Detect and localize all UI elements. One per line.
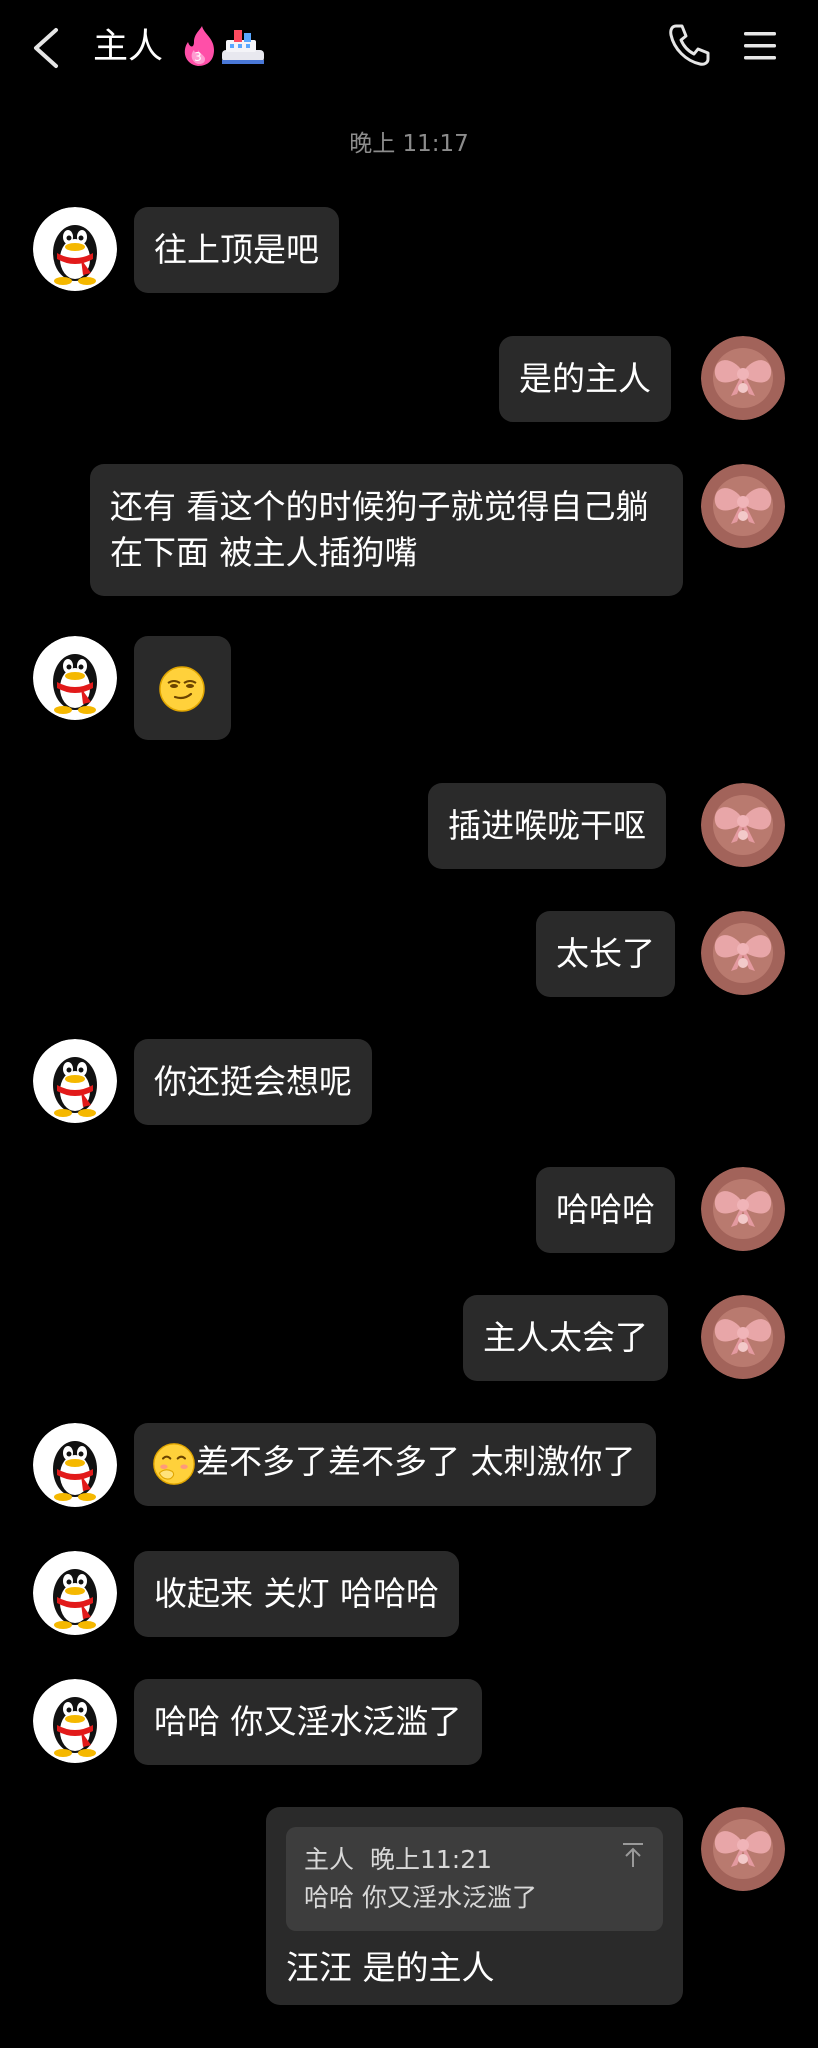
message-bubble-outgoing[interactable]: 还有 看这个的时候狗子就觉得自己躺在下面 被主人插狗嘴 xyxy=(90,464,683,596)
my-avatar[interactable] xyxy=(701,1167,785,1251)
chat-title[interactable]: 主人 xyxy=(93,22,163,72)
my-avatar[interactable] xyxy=(701,1295,785,1379)
contact-avatar[interactable] xyxy=(33,1551,117,1635)
badge-number: 3 xyxy=(194,50,202,64)
flame-badge-icon[interactable]: 3 xyxy=(178,24,268,68)
chat-header: 主人 3 xyxy=(0,0,818,96)
my-avatar[interactable] xyxy=(701,464,785,548)
my-avatar[interactable] xyxy=(701,783,785,867)
quote-text: 哈哈 你又淫水泛滥了 xyxy=(304,1883,537,1912)
message-bubble-incoming[interactable]: 差不多了差不多了 太刺激你了 xyxy=(134,1423,656,1506)
hamburger-menu-icon[interactable] xyxy=(742,28,778,64)
message-bubble-incoming[interactable] xyxy=(134,636,231,740)
smirk-emoji xyxy=(158,665,206,713)
message-bubble-outgoing[interactable]: 插进喉咙干呕 xyxy=(428,783,666,869)
message-bubble-incoming[interactable]: 往上顶是吧 xyxy=(134,207,339,293)
message-bubble-outgoing[interactable]: 主人太会了 xyxy=(463,1295,668,1381)
quote-time: 晚上11:21 xyxy=(369,1845,493,1874)
message-bubble-incoming[interactable]: 你还挺会想呢 xyxy=(134,1039,372,1125)
contact-avatar[interactable] xyxy=(33,1039,117,1123)
quoted-message[interactable]: 主人 晚上11:21 哈哈 你又淫水泛滥了 xyxy=(286,1827,663,1931)
ship-badge-icon xyxy=(222,30,264,64)
quote-sender: 主人 xyxy=(304,1845,355,1874)
scroll-to-original-icon[interactable] xyxy=(621,1841,645,1869)
message-bubble-outgoing[interactable]: 太长了 xyxy=(536,911,675,997)
message-bubble-outgoing[interactable]: 是的主人 xyxy=(499,336,671,422)
contact-avatar[interactable] xyxy=(33,207,117,291)
message-bubble-outgoing[interactable]: 哈哈哈 xyxy=(536,1167,675,1253)
message-bubble-incoming[interactable]: 哈哈 你又淫水泛滥了 xyxy=(134,1679,482,1765)
message-bubble-incoming[interactable]: 收起来 关灯 哈哈哈 xyxy=(134,1551,459,1637)
message-timestamp: 晚上 11:17 xyxy=(349,131,469,157)
reply-text: 汪汪 是的主人 xyxy=(286,1948,495,1987)
phone-icon[interactable] xyxy=(666,22,712,68)
my-avatar[interactable] xyxy=(701,336,785,420)
contact-avatar[interactable] xyxy=(33,636,117,720)
contact-avatar[interactable] xyxy=(33,1423,117,1507)
my-avatar[interactable] xyxy=(701,911,785,995)
quote-header: 主人 晚上11:21 xyxy=(304,1841,645,1879)
message-text: 差不多了差不多了 太刺激你了 xyxy=(196,1442,636,1481)
my-avatar[interactable] xyxy=(701,1807,785,1891)
contact-avatar[interactable] xyxy=(33,1679,117,1763)
shy-laugh-emoji xyxy=(152,1442,196,1486)
reply-message-bubble[interactable]: 主人 晚上11:21 哈哈 你又淫水泛滥了 汪汪 是的主人 xyxy=(266,1807,683,2005)
chevron-left-icon[interactable] xyxy=(26,22,66,74)
